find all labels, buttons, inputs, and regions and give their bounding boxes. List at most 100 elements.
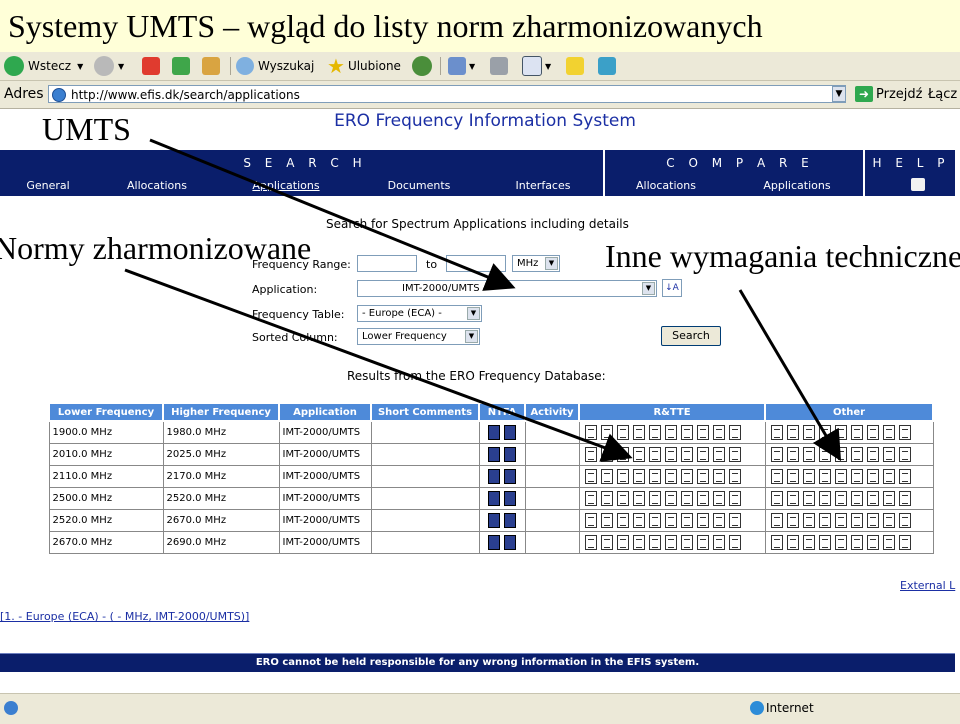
rtte-document-icon[interactable] xyxy=(664,535,677,550)
other-document-icon[interactable] xyxy=(882,469,895,484)
rtte-document-icon[interactable] xyxy=(664,447,677,462)
rtte-document-icon[interactable] xyxy=(600,469,613,484)
ntfa-document-icon[interactable] xyxy=(504,469,516,484)
address-dropdown-button[interactable]: ▼ xyxy=(832,86,846,102)
other-document-icon[interactable] xyxy=(786,447,799,462)
rtte-document-icon[interactable] xyxy=(600,491,613,506)
frequency-unit-select[interactable]: MHz ▼ xyxy=(512,255,560,272)
other-document-icon[interactable] xyxy=(898,491,911,506)
other-document-icon[interactable] xyxy=(850,469,863,484)
other-document-icon[interactable] xyxy=(866,513,879,528)
application-select[interactable]: IMT-2000/UMTS ▼ xyxy=(357,280,657,297)
ntfa-document-icon[interactable] xyxy=(488,447,500,462)
other-document-icon[interactable] xyxy=(786,513,799,528)
address-input[interactable]: http://www.efis.dk/search/applications xyxy=(48,85,846,103)
other-document-icon[interactable] xyxy=(818,425,831,440)
rtte-document-icon[interactable] xyxy=(728,491,741,506)
col-short-comments[interactable]: Short Comments xyxy=(370,402,480,422)
rtte-document-icon[interactable] xyxy=(632,491,645,506)
nav-search-interfaces[interactable]: Interfaces xyxy=(504,179,582,192)
other-document-icon[interactable] xyxy=(882,535,895,550)
rtte-document-icon[interactable] xyxy=(616,469,629,484)
col-higher-frequency[interactable]: Higher Frequency xyxy=(162,402,280,422)
other-document-icon[interactable] xyxy=(818,469,831,484)
ntfa-document-icon[interactable] xyxy=(488,535,500,550)
rtte-document-icon[interactable] xyxy=(648,491,661,506)
rtte-document-icon[interactable] xyxy=(680,491,693,506)
rtte-document-icon[interactable] xyxy=(648,425,661,440)
links-button[interactable]: Łącz xyxy=(928,87,957,102)
other-document-icon[interactable] xyxy=(850,535,863,550)
other-document-icon[interactable] xyxy=(882,491,895,506)
rtte-document-icon[interactable] xyxy=(616,447,629,462)
other-document-icon[interactable] xyxy=(770,491,783,506)
col-application[interactable]: Application xyxy=(278,402,372,422)
nav-compare-applications[interactable]: Applications xyxy=(752,179,842,192)
rtte-document-icon[interactable] xyxy=(632,425,645,440)
rtte-document-icon[interactable] xyxy=(696,513,709,528)
rtte-document-icon[interactable] xyxy=(632,469,645,484)
other-document-icon[interactable] xyxy=(898,513,911,528)
other-document-icon[interactable] xyxy=(786,491,799,506)
rtte-document-icon[interactable] xyxy=(600,513,613,528)
rtte-document-icon[interactable] xyxy=(712,447,725,462)
print-button[interactable] xyxy=(490,55,508,77)
rtte-document-icon[interactable] xyxy=(584,513,597,528)
rtte-document-icon[interactable] xyxy=(680,513,693,528)
other-document-icon[interactable] xyxy=(786,469,799,484)
other-document-icon[interactable] xyxy=(898,425,911,440)
rtte-document-icon[interactable] xyxy=(616,425,629,440)
rtte-document-icon[interactable] xyxy=(584,425,597,440)
stop-button[interactable] xyxy=(142,55,160,77)
other-document-icon[interactable] xyxy=(834,513,847,528)
other-document-icon[interactable] xyxy=(834,425,847,440)
rtte-document-icon[interactable] xyxy=(728,469,741,484)
other-document-icon[interactable] xyxy=(898,535,911,550)
nav-search-general[interactable]: General xyxy=(18,179,78,192)
external-links-link[interactable]: External L xyxy=(900,579,955,592)
ntfa-document-icon[interactable] xyxy=(504,491,516,506)
rtte-document-icon[interactable] xyxy=(696,469,709,484)
ntfa-document-icon[interactable] xyxy=(488,513,500,528)
other-document-icon[interactable] xyxy=(802,513,815,528)
rtte-document-icon[interactable] xyxy=(584,491,597,506)
rtte-document-icon[interactable] xyxy=(728,513,741,528)
other-document-icon[interactable] xyxy=(834,491,847,506)
rtte-document-icon[interactable] xyxy=(728,447,741,462)
rtte-document-icon[interactable] xyxy=(600,425,613,440)
rtte-document-icon[interactable] xyxy=(648,469,661,484)
nav-search-applications[interactable]: Applications xyxy=(244,179,328,192)
other-document-icon[interactable] xyxy=(866,469,879,484)
mail-button[interactable]: ▼ xyxy=(448,55,475,77)
sorted-column-select[interactable]: Lower Frequency ▼ xyxy=(357,328,480,345)
rtte-document-icon[interactable] xyxy=(648,447,661,462)
col-activity[interactable]: Activity xyxy=(524,402,580,422)
other-document-icon[interactable] xyxy=(834,447,847,462)
rtte-document-icon[interactable] xyxy=(584,535,597,550)
rtte-document-icon[interactable] xyxy=(680,469,693,484)
rtte-document-icon[interactable] xyxy=(728,425,741,440)
other-document-icon[interactable] xyxy=(802,447,815,462)
rtte-document-icon[interactable] xyxy=(712,425,725,440)
rtte-document-icon[interactable] xyxy=(648,513,661,528)
other-document-icon[interactable] xyxy=(850,447,863,462)
nav-help-heading[interactable]: H E L P xyxy=(868,156,954,170)
rtte-document-icon[interactable] xyxy=(664,513,677,528)
other-document-icon[interactable] xyxy=(786,425,799,440)
ntfa-document-icon[interactable] xyxy=(488,491,500,506)
frequency-to-input[interactable] xyxy=(446,255,506,272)
rtte-document-icon[interactable] xyxy=(600,535,613,550)
home-button[interactable] xyxy=(202,55,220,77)
frequency-table-select[interactable]: - Europe (ECA) - ▼ xyxy=(357,305,482,322)
rtte-document-icon[interactable] xyxy=(664,469,677,484)
rtte-document-icon[interactable] xyxy=(728,535,741,550)
forward-button[interactable]: ▼ xyxy=(94,55,124,77)
rtte-document-icon[interactable] xyxy=(680,425,693,440)
query-summary-link[interactable]: [1. - Europe (ECA) - ( - MHz, IMT-2000/U… xyxy=(0,610,249,623)
ntfa-document-icon[interactable] xyxy=(504,535,516,550)
other-document-icon[interactable] xyxy=(818,491,831,506)
rtte-document-icon[interactable] xyxy=(584,447,597,462)
rtte-document-icon[interactable] xyxy=(696,535,709,550)
other-document-icon[interactable] xyxy=(770,469,783,484)
other-document-icon[interactable] xyxy=(770,535,783,550)
